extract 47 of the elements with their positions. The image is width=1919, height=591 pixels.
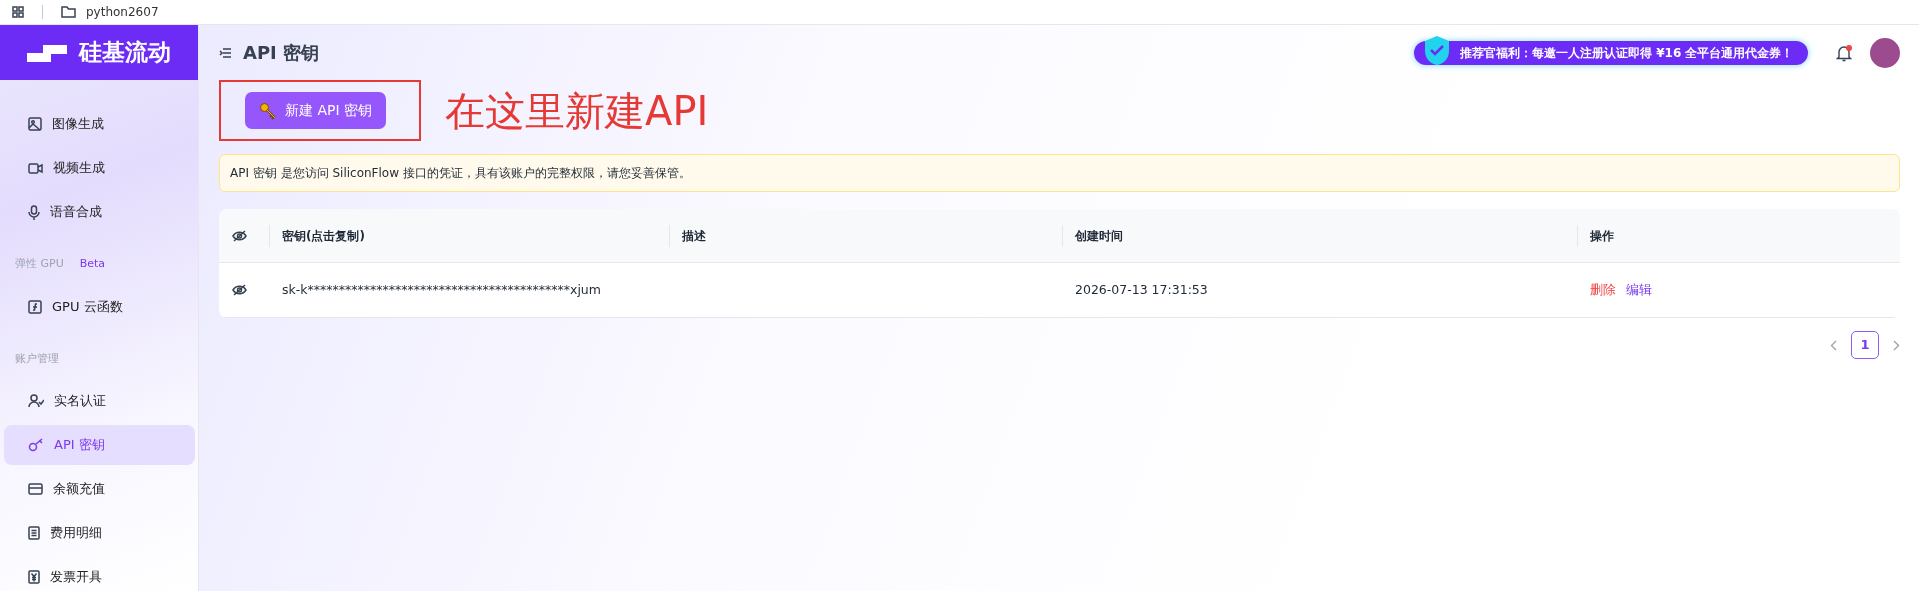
- page-title: API 密钥: [243, 41, 320, 64]
- document-icon: [28, 526, 40, 540]
- bookmark-folder[interactable]: python2607: [86, 3, 159, 21]
- yen-document-icon: [28, 570, 40, 584]
- api-key-cell[interactable]: sk-k******************************************xjum: [269, 263, 669, 318]
- shield-check-icon: [1424, 34, 1451, 66]
- key-icon: [28, 438, 44, 452]
- column-header: 描述: [669, 209, 1062, 263]
- create-api-key-button[interactable]: 新建 API 密钥: [245, 92, 387, 129]
- credit-card-icon: [28, 483, 43, 495]
- column-header: 创建时间: [1062, 209, 1577, 263]
- beta-tag: Beta: [79, 256, 106, 273]
- brand-logo-icon: [27, 42, 69, 63]
- microphone-icon: [28, 204, 40, 220]
- image-icon: [28, 117, 42, 131]
- table-cell: 2026-07-13 17:31:53: [1062, 263, 1577, 318]
- section-heading: 弹性 GPU: [15, 256, 64, 272]
- sidebar-item[interactable]: 费用明细: [4, 513, 195, 553]
- sidebar-item[interactable]: 语音合成: [4, 192, 195, 232]
- avatar[interactable]: [1870, 37, 1900, 68]
- apps-grid-icon[interactable]: [12, 6, 24, 18]
- sidebar-item[interactable]: 视频生成: [4, 148, 195, 188]
- info-alert: API 密钥 是您访问 SiliconFlow 接口的凭证，具有该账户的完整权限，请您妥善保管。: [219, 154, 1900, 192]
- folder-icon[interactable]: [61, 6, 76, 18]
- column-header: 操作: [1577, 209, 1900, 263]
- referral-banner[interactable]: 推荐官福利：每邀一人注册认证即得 ¥16 全平台通用代金券！: [1414, 40, 1808, 65]
- sidebar-item[interactable]: API 密钥: [4, 425, 195, 465]
- sidebar-item[interactable]: 实名认证: [4, 381, 195, 421]
- sidebar-item[interactable]: 余额充值: [4, 469, 195, 509]
- function-icon: [28, 299, 42, 314]
- delete-link[interactable]: 删除: [1590, 280, 1616, 300]
- section-heading: 账户管理: [15, 350, 59, 367]
- user-check-icon: [28, 394, 44, 408]
- video-camera-icon: [28, 162, 43, 174]
- eye-hidden-icon[interactable]: [232, 284, 247, 296]
- sidebar-item[interactable]: GPU 云函数: [4, 286, 195, 327]
- page-number[interactable]: 1: [1851, 331, 1879, 359]
- notification-bell-icon[interactable]: [1835, 43, 1852, 62]
- sidebar-item[interactable]: 发票开具: [4, 557, 195, 591]
- edit-link[interactable]: 编辑: [1626, 280, 1652, 300]
- annotation-text: 在这里新建API: [445, 86, 709, 136]
- collapse-menu-icon[interactable]: [219, 47, 231, 58]
- key-icon: [259, 101, 277, 120]
- brand-name: 硅基流动: [79, 38, 171, 68]
- sidebar-item[interactable]: 图像生成: [4, 104, 195, 144]
- eye-hidden-icon[interactable]: [232, 229, 247, 242]
- column-header: 密钥(点击复制): [269, 209, 669, 263]
